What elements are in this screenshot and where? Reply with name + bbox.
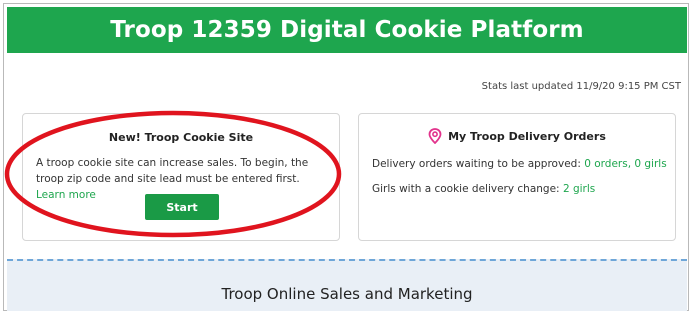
page-title: Troop 12359 Digital Cookie Platform bbox=[110, 17, 584, 43]
troop-cookie-site-card: New! Troop Cookie Site A troop cookie si… bbox=[22, 113, 340, 241]
card-title: New! Troop Cookie Site bbox=[108, 131, 254, 144]
delivery-orders-waiting-row: Delivery orders waiting to be approved: … bbox=[372, 158, 667, 170]
row-label: Girls with a cookie delivery change: bbox=[372, 183, 560, 195]
card-description-text: A troop cookie site can increase sales. … bbox=[36, 157, 309, 185]
row-label: Delivery orders waiting to be approved: bbox=[372, 158, 581, 170]
card-title: My Troop Delivery Orders bbox=[448, 129, 606, 143]
learn-more-link[interactable]: Learn more bbox=[36, 189, 96, 201]
card-header: My Troop Delivery Orders bbox=[359, 128, 675, 144]
start-button[interactable]: Start bbox=[145, 194, 219, 220]
delivery-change-row: Girls with a cookie delivery change: 2 g… bbox=[372, 183, 595, 195]
troop-delivery-orders-card: My Troop Delivery Orders Delivery orders… bbox=[358, 113, 676, 241]
orders-waiting-link[interactable]: 0 orders, 0 girls bbox=[584, 158, 666, 170]
girls-delivery-change-link[interactable]: 2 girls bbox=[563, 183, 595, 195]
online-sales-section: Troop Online Sales and Marketing bbox=[7, 259, 687, 311]
section-title: Troop Online Sales and Marketing bbox=[221, 285, 473, 303]
location-pin-icon bbox=[428, 128, 442, 144]
stats-updated-text: Stats last updated 11/9/20 9:15 PM CST bbox=[481, 81, 681, 92]
section-divider bbox=[7, 259, 687, 261]
page-header: Troop 12359 Digital Cookie Platform bbox=[7, 7, 687, 53]
